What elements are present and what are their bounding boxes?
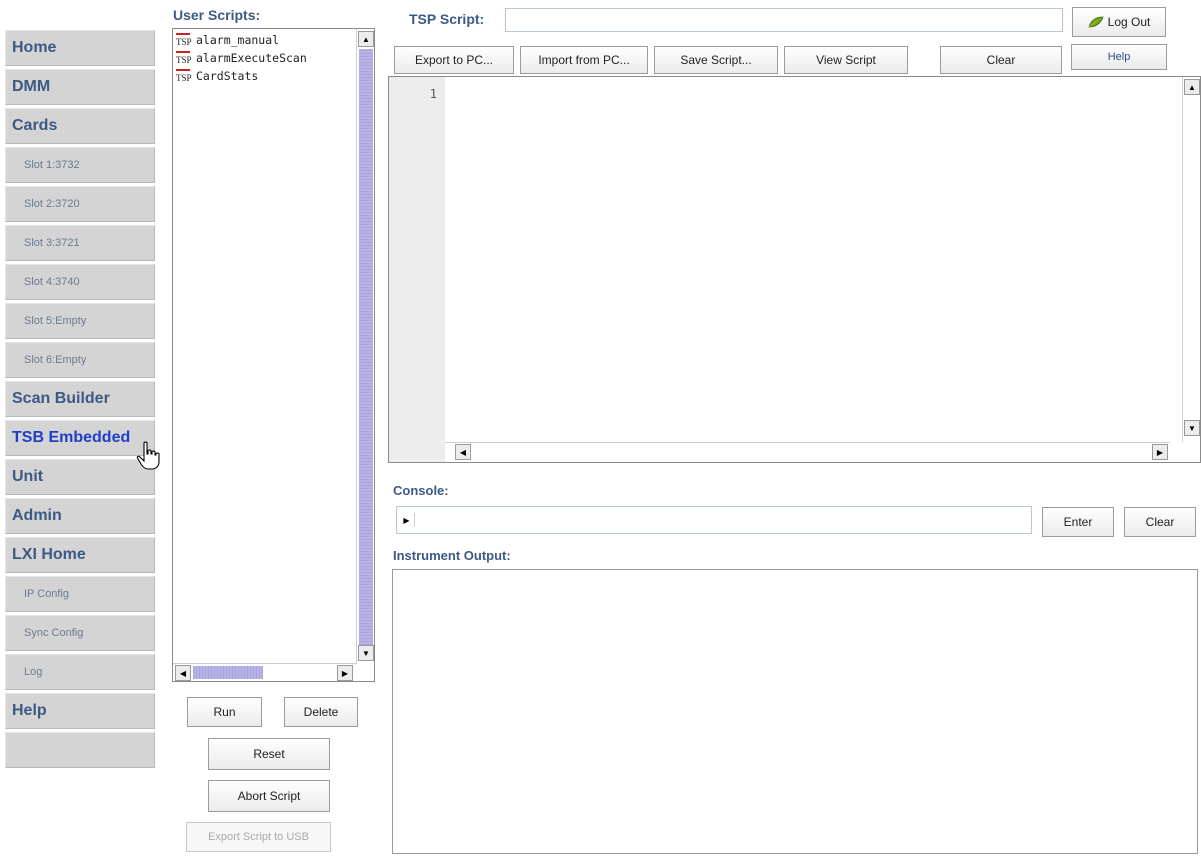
user-scripts-list[interactable]: TSP alarm_manual TSP alarmExecuteScan TS… bbox=[172, 28, 375, 682]
scripts-horizontal-scrollbar[interactable]: ◀ ▶ bbox=[173, 663, 357, 681]
scripts-horizontal-scroll-thumb[interactable] bbox=[193, 666, 263, 679]
tsp-script-name-input[interactable] bbox=[505, 8, 1063, 32]
user-scripts-title: User Scripts: bbox=[173, 7, 261, 23]
nav-cards-label: Cards bbox=[12, 117, 58, 134]
nav-tsb-embedded[interactable]: TSB Embedded bbox=[5, 420, 155, 456]
nav-slot-6[interactable]: Slot 6:Empty bbox=[5, 342, 155, 378]
nav-slot-5-label: Slot 5:Empty bbox=[24, 315, 87, 327]
scroll-up-arrow-icon[interactable]: ▲ bbox=[1184, 79, 1200, 95]
scroll-down-arrow-icon[interactable]: ▼ bbox=[358, 645, 374, 661]
editor-horizontal-scrollbar[interactable]: ◀ ▶ bbox=[445, 442, 1170, 462]
delete-button[interactable]: Delete bbox=[284, 697, 358, 727]
tsp-script-label: TSP Script: bbox=[409, 11, 485, 27]
nav-dmm-label: DMM bbox=[12, 78, 51, 95]
nav-ip-config[interactable]: IP Config bbox=[5, 576, 155, 612]
console-label: Console: bbox=[393, 483, 449, 498]
nav-log[interactable]: Log bbox=[5, 654, 155, 690]
nav-dmm[interactable]: DMM bbox=[5, 69, 155, 105]
hand-pointer-icon bbox=[136, 441, 160, 470]
scroll-right-arrow-icon[interactable]: ▶ bbox=[1152, 444, 1168, 460]
nav-lxi-home-label: LXI Home bbox=[12, 546, 86, 563]
nav-slot-1[interactable]: Slot 1:3732 bbox=[5, 147, 155, 183]
scroll-left-arrow-icon[interactable]: ◀ bbox=[455, 444, 471, 460]
instrument-output-label: Instrument Output: bbox=[393, 548, 511, 563]
nav-sync-config[interactable]: Sync Config bbox=[5, 615, 155, 651]
nav-scan-builder[interactable]: Scan Builder bbox=[5, 381, 155, 417]
script-item-cardstats[interactable]: TSP CardStats bbox=[176, 68, 258, 84]
console-prompt-icon: ▶ bbox=[399, 513, 415, 527]
scroll-down-arrow-icon[interactable]: ▼ bbox=[1184, 420, 1200, 436]
nav-unit-label: Unit bbox=[12, 468, 44, 485]
editor-clear-button[interactable]: Clear bbox=[940, 46, 1062, 74]
nav-ip-config-label: IP Config bbox=[24, 588, 70, 600]
nav-lxi-home[interactable]: LXI Home bbox=[5, 537, 155, 573]
nav-home-label: Home bbox=[12, 39, 57, 56]
line-number-gutter: 1 bbox=[389, 77, 445, 462]
nav-log-label: Log bbox=[24, 666, 43, 678]
nav-admin-label: Admin bbox=[12, 507, 62, 524]
run-button[interactable]: Run bbox=[187, 697, 262, 727]
tsp-file-icon: TSP bbox=[176, 51, 192, 65]
save-script-button[interactable]: Save Script... bbox=[654, 46, 778, 74]
nav-help[interactable]: Help bbox=[5, 693, 155, 729]
nav-slot-3-label: Slot 3:3721 bbox=[24, 237, 80, 249]
export-to-pc-button[interactable]: Export to PC... bbox=[394, 46, 514, 74]
scripts-vertical-scroll-thumb[interactable] bbox=[359, 49, 373, 645]
log-out-button[interactable]: Log Out bbox=[1072, 7, 1166, 37]
scripts-vertical-scrollbar[interactable]: ▲ ▼ bbox=[356, 29, 374, 681]
script-item-label: alarm_manual bbox=[196, 33, 280, 47]
script-item-alarm-execute-scan[interactable]: TSP alarmExecuteScan bbox=[176, 50, 307, 66]
script-editor[interactable]: 1 ▲ ▼ ◀ ▶ bbox=[388, 76, 1201, 463]
script-item-label: alarmExecuteScan bbox=[196, 51, 307, 65]
log-out-leaf-icon bbox=[1088, 16, 1104, 28]
console-input[interactable]: ▶ bbox=[396, 506, 1032, 534]
scroll-left-arrow-icon[interactable]: ◀ bbox=[175, 665, 191, 681]
view-script-button[interactable]: View Script bbox=[784, 46, 908, 74]
nav-help-label: Help bbox=[12, 702, 47, 719]
scroll-up-arrow-icon[interactable]: ▲ bbox=[358, 31, 374, 47]
left-navigation: Home DMM Cards Slot 1:3732 Slot 2:3720 S… bbox=[0, 0, 160, 858]
nav-admin[interactable]: Admin bbox=[5, 498, 155, 534]
help-button[interactable]: Help bbox=[1071, 44, 1167, 70]
nav-slot-2[interactable]: Slot 2:3720 bbox=[5, 186, 155, 222]
scroll-right-arrow-icon[interactable]: ▶ bbox=[337, 665, 353, 681]
script-item-label: CardStats bbox=[196, 69, 259, 83]
script-item-alarm-manual[interactable]: TSP alarm_manual bbox=[176, 32, 279, 48]
nav-cards[interactable]: Cards bbox=[5, 108, 155, 144]
nav-blank-item bbox=[5, 732, 155, 768]
editor-vertical-scrollbar[interactable]: ▲ ▼ bbox=[1182, 77, 1200, 442]
console-clear-button[interactable]: Clear bbox=[1124, 507, 1196, 537]
nav-slot-6-label: Slot 6:Empty bbox=[24, 354, 87, 366]
nav-tsb-embedded-label: TSB Embedded bbox=[12, 429, 131, 446]
nav-slot-2-label: Slot 2:3720 bbox=[24, 198, 80, 210]
export-script-to-usb-button[interactable]: Export Script to USB bbox=[186, 822, 331, 852]
abort-script-button[interactable]: Abort Script bbox=[208, 780, 330, 812]
console-enter-button[interactable]: Enter bbox=[1042, 507, 1114, 537]
nav-home[interactable]: Home bbox=[5, 30, 155, 66]
line-number: 1 bbox=[429, 87, 437, 101]
log-out-label: Log Out bbox=[1107, 15, 1151, 29]
nav-slot-1-label: Slot 1:3732 bbox=[24, 159, 80, 171]
nav-slot-4[interactable]: Slot 4:3740 bbox=[5, 264, 155, 300]
nav-slot-3[interactable]: Slot 3:3721 bbox=[5, 225, 155, 261]
nav-scan-builder-label: Scan Builder bbox=[12, 390, 110, 407]
import-from-pc-button[interactable]: Import from PC... bbox=[520, 46, 648, 74]
reset-button[interactable]: Reset bbox=[208, 738, 330, 770]
nav-slot-4-label: Slot 4:3740 bbox=[24, 276, 80, 288]
tsp-file-icon: TSP bbox=[176, 33, 192, 47]
instrument-output-area[interactable] bbox=[392, 569, 1198, 854]
nav-unit[interactable]: Unit bbox=[5, 459, 155, 495]
nav-sync-config-label: Sync Config bbox=[24, 627, 84, 639]
nav-slot-5[interactable]: Slot 5:Empty bbox=[5, 303, 155, 339]
tsp-file-icon: TSP bbox=[176, 69, 192, 83]
